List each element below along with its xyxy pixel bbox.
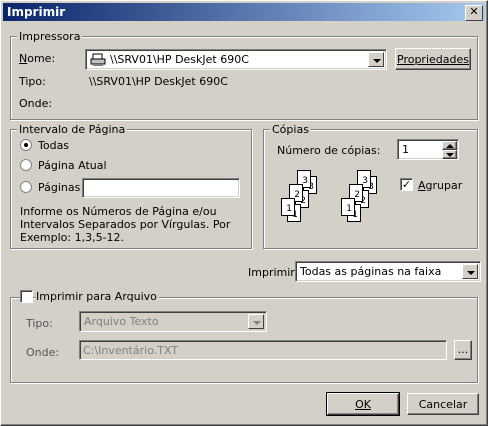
window-title: Imprimir	[7, 5, 66, 19]
print-what-select[interactable]: Todas as páginas na faixa	[295, 261, 481, 282]
title-bar[interactable]: Imprimir ✕	[3, 3, 485, 21]
range-pages-label[interactable]: Páginas	[38, 181, 80, 194]
chevron-down-icon[interactable]	[462, 264, 478, 279]
copies-group-label: Cópias	[270, 123, 311, 136]
file-type-label: Tipo:	[26, 317, 53, 330]
printer-icon	[90, 53, 106, 66]
copies-down-button[interactable]	[442, 150, 457, 159]
cancel-button[interactable]: Cancelar	[407, 393, 479, 415]
file-where-label: Onde:	[26, 346, 60, 359]
chevron-down-icon[interactable]	[248, 314, 264, 329]
print-to-file-checkbox[interactable]	[20, 290, 33, 303]
chevron-down-icon[interactable]	[368, 52, 384, 67]
range-help-line-2: Intervalos Separados por Vírgulas. Por	[20, 218, 231, 231]
file-type-value: Arquivo Texto	[84, 315, 159, 328]
printer-type-value: \\SRV01\HP DeskJet 690C	[89, 75, 228, 88]
properties-button-label: Propriedades	[397, 53, 469, 66]
collate-label[interactable]: Agrupar	[418, 179, 462, 192]
ok-button[interactable]: OK	[326, 392, 400, 416]
range-all-radio[interactable]	[20, 139, 32, 151]
browse-button-label: ...	[457, 343, 469, 356]
collate-checkbox[interactable]: ✓	[400, 178, 413, 191]
printer-type-label: Tipo:	[19, 75, 46, 88]
copies-up-button[interactable]	[442, 141, 457, 150]
chevron-up-icon	[446, 144, 454, 148]
printer-where-label: Onde:	[19, 97, 53, 110]
range-current-radio[interactable]	[20, 159, 32, 171]
page-range-group-label: Intervalo de Página	[17, 123, 128, 136]
print-what-label: Imprimir	[248, 266, 295, 279]
file-path-input[interactable]: C:\Inventário.TXT	[79, 340, 447, 360]
range-help-line-3: Exemplo: 1,3,5-12.	[20, 231, 125, 244]
file-path-value: C:\Inventário.TXT	[83, 344, 179, 357]
copies-count-input[interactable]: 1	[397, 139, 459, 160]
print-what-value: Todas as páginas na faixa	[300, 265, 442, 278]
pages-input[interactable]	[82, 178, 240, 198]
file-type-select[interactable]: Arquivo Texto	[79, 311, 267, 332]
printer-name-label: Nome:	[19, 52, 56, 65]
print-dialog: Imprimir ✕ Impressora Nome: \\SRV01\HP D…	[0, 0, 488, 426]
properties-button[interactable]: Propriedades	[395, 48, 471, 70]
chevron-down-icon	[446, 153, 454, 157]
cancel-button-label: Cancelar	[418, 398, 468, 411]
range-all-label[interactable]: Todas	[38, 139, 69, 152]
copies-count-value: 1	[402, 143, 409, 156]
browse-button[interactable]: ...	[454, 340, 472, 360]
close-button[interactable]: ✕	[465, 5, 483, 21]
printer-name-value: \\SRV01\HP DeskJet 690C	[110, 53, 249, 66]
printer-group-label: Impressora	[17, 30, 83, 43]
range-pages-radio[interactable]	[20, 181, 32, 193]
close-icon: ✕	[469, 5, 479, 18]
range-help-line-1: Informe os Números de Página e/ou	[20, 205, 217, 218]
print-to-file-label[interactable]: Imprimir para Arquivo	[36, 290, 159, 303]
copies-count-label: Número de cópias:	[277, 144, 381, 157]
ok-button-label: OK	[355, 398, 371, 411]
range-current-label[interactable]: Página Atual	[38, 159, 107, 172]
page-icon: 1	[281, 198, 295, 216]
page-icon: 1	[341, 198, 355, 216]
printer-name-select[interactable]: \\SRV01\HP DeskJet 690C	[85, 49, 387, 70]
